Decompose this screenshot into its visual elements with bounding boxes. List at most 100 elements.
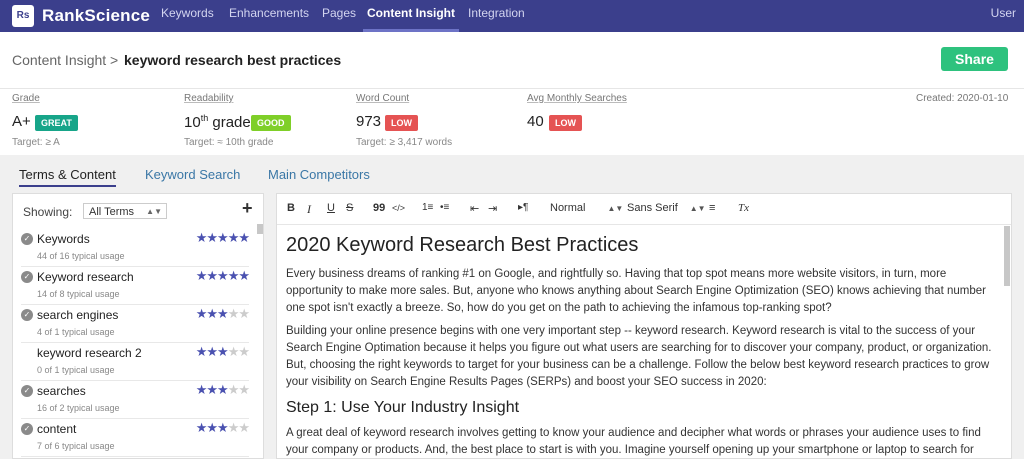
wordcount-label: Word Count [356, 93, 410, 104]
terms-scrollbar[interactable] [257, 224, 263, 234]
star-filled-icon: ★ [206, 268, 218, 283]
bold-icon[interactable]: B [287, 202, 295, 214]
font-select[interactable]: Sans Serif ▲▼ [627, 202, 706, 214]
section-heading-step-1[interactable]: Step 1: Use Your Industry Insight [286, 397, 998, 419]
editor-panel: B I U S 99 </> 1≡ •≡ ⇤ ⇥ ▸¶ Normal ▲▼ San… [276, 193, 1012, 459]
readability-target: Target: ≈ 10th grade [184, 137, 274, 148]
align-icon[interactable]: ≡ [709, 202, 715, 214]
breadcrumb[interactable]: Content Insight > [12, 52, 118, 68]
outdent-icon[interactable]: ⇤ [470, 202, 479, 215]
tab-keyword-search[interactable]: Keyword Search [145, 167, 240, 182]
term-rating: ★★★★★ [195, 306, 250, 322]
term-rating: ★★★★★ [195, 382, 250, 398]
clear-format-icon[interactable]: Tx [738, 202, 749, 214]
readability-label: Readability [184, 93, 234, 104]
check-circle-icon: ✓ [21, 423, 33, 435]
heading-select[interactable]: Normal ▲▼ [550, 202, 623, 214]
term-name: content [37, 422, 77, 436]
term-name: keyword research 2 [37, 346, 142, 360]
term-row[interactable]: ✓ Keyword research 14 of 8 typical usage ★★… [21, 268, 250, 305]
document-title[interactable]: 2020 Keyword Research Best Practices [286, 230, 998, 260]
term-row[interactable]: ✓ search engines 4 of 1 typical usage ★★★★★ [21, 306, 250, 343]
editor-toolbar: B I U S 99 </> 1≡ •≡ ⇤ ⇥ ▸¶ Normal ▲▼ San… [277, 194, 1011, 225]
searches-label: Avg Monthly Searches [527, 93, 627, 104]
term-usage: 4 of 1 typical usage [37, 327, 115, 337]
star-empty-icon: ★ [238, 382, 250, 397]
check-circle-icon: ✓ [21, 309, 33, 321]
term-name: search engines [37, 308, 119, 322]
term-rating: ★★★★★ [195, 230, 250, 246]
star-empty-icon: ★ [227, 344, 240, 359]
nav-enhancements[interactable]: Enhancements [229, 0, 309, 32]
star-empty-icon: ★ [238, 306, 250, 321]
editor-scrollbar[interactable] [1004, 226, 1010, 286]
star-filled-icon: ★ [195, 344, 208, 359]
term-rating: ★★★★★ [195, 268, 250, 284]
tab-main-competitors[interactable]: Main Competitors [268, 167, 370, 182]
created-date: Created: 2020-01-10 [916, 93, 1009, 104]
blockquote-icon[interactable]: 99 [373, 202, 385, 214]
star-empty-icon: ★ [238, 344, 250, 359]
share-button[interactable]: Share [941, 47, 1008, 71]
term-name: searches [37, 384, 86, 398]
bullet-list-icon[interactable]: •≡ [440, 202, 449, 213]
term-row[interactable]: ✓ Keywords 44 of 16 typical usage ★★★★★ [21, 230, 250, 267]
wordcount-value: 973 [356, 113, 382, 130]
brand-name[interactable]: RankScience [42, 5, 150, 27]
select-caret-icon: ▲▼ [146, 207, 162, 216]
text-direction-icon[interactable]: ▸¶ [518, 202, 528, 213]
star-filled-icon: ★ [217, 268, 229, 283]
tab-terms-content[interactable]: Terms & Content [19, 167, 116, 187]
italic-icon[interactable]: I [307, 202, 311, 217]
code-icon[interactable]: </> [392, 203, 405, 213]
star-filled-icon: ★ [217, 230, 229, 245]
plus-icon[interactable]: + [242, 198, 253, 219]
grade-label: Grade [12, 93, 40, 104]
readability-badge: GOOD [251, 115, 291, 131]
term-usage: 14 of 8 typical usage [37, 289, 120, 299]
nav-keywords[interactable]: Keywords [161, 0, 214, 32]
readability-value: 10th grade [184, 113, 251, 131]
grade-badge: GREAT [35, 115, 78, 131]
star-filled-icon: ★ [206, 382, 218, 397]
showing-label: Showing: [23, 205, 73, 219]
star-empty-icon: ★ [238, 420, 250, 435]
paragraph-1[interactable]: Every business dreams of ranking #1 on G… [286, 266, 998, 317]
document-content[interactable]: 2020 Keyword Research Best Practices Eve… [286, 230, 998, 458]
rankscience-logo-icon[interactable]: Rs [12, 5, 34, 27]
term-usage: 0 of 1 typical usage [37, 365, 115, 375]
page-title: keyword research best practices [124, 52, 342, 68]
top-nav: Rs RankScience Keywords Enhancements Pag… [0, 0, 1024, 32]
searches-badge: LOW [549, 115, 582, 131]
star-filled-icon: ★ [195, 306, 208, 321]
star-filled-icon: ★ [227, 268, 240, 283]
nav-content-insight[interactable]: Content Insight [363, 0, 459, 32]
heading-caret-icon: ▲▼ [607, 204, 624, 213]
terms-panel: Showing: All Terms ▲▼ + ✓ Keywords 44 of 16… [12, 193, 264, 459]
user-menu[interactable]: User [991, 0, 1016, 26]
nav-integration[interactable]: Integration [468, 0, 525, 32]
terms-filter-select[interactable]: All Terms ▲▼ [83, 203, 167, 219]
wordcount-target: Target: ≥ 3,417 words [356, 137, 453, 148]
check-circle-icon: ✓ [21, 271, 33, 283]
term-row[interactable]: ✓ searches 16 of 2 typical usage ★★★★★ [21, 382, 250, 419]
check-circle-icon: ✓ [21, 233, 33, 245]
star-filled-icon: ★ [206, 230, 218, 245]
term-row[interactable]: ✓ content 7 of 6 typical usage ★★★★★ [21, 420, 250, 457]
paragraph-2[interactable]: Building your online presence begins wit… [286, 323, 998, 391]
star-filled-icon: ★ [195, 268, 208, 283]
star-filled-icon: ★ [195, 230, 208, 245]
term-row[interactable]: keyword research 20 of 1 typical usage ★★… [21, 344, 250, 381]
strike-icon[interactable]: S [346, 202, 353, 214]
star-filled-icon: ★ [206, 306, 218, 321]
underline-icon[interactable]: U [327, 202, 335, 214]
nav-pages[interactable]: Pages [322, 0, 356, 32]
searches-value: 40 [527, 113, 544, 130]
star-empty-icon: ★ [227, 306, 240, 321]
paragraph-3[interactable]: A great deal of keyword research involve… [286, 425, 998, 458]
star-filled-icon: ★ [217, 382, 229, 397]
indent-icon[interactable]: ⇥ [488, 202, 497, 215]
ordered-list-icon[interactable]: 1≡ [422, 202, 433, 213]
star-filled-icon: ★ [195, 382, 208, 397]
star-filled-icon: ★ [206, 344, 218, 359]
